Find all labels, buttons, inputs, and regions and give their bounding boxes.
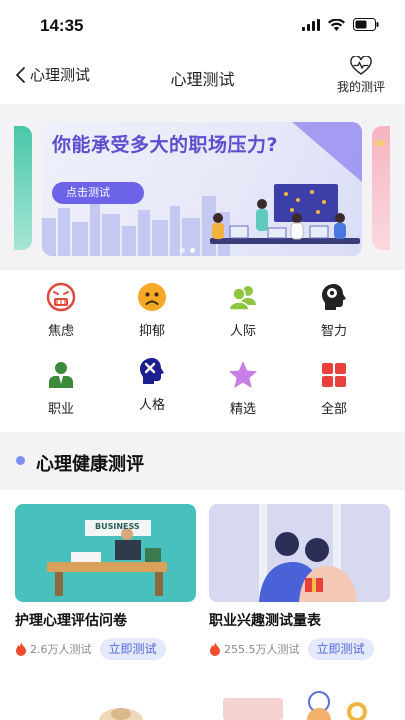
- banner-carousel[interactable]: 你能承受多大的职场压力? 点击测试: [0, 104, 405, 270]
- my-evaluation-label: 我的测评: [336, 80, 385, 94]
- banner-card[interactable]: 你能承受多大的职场压力? 点击测试: [42, 122, 362, 256]
- banner-title: 你能承受多大的职场压力?: [52, 134, 279, 156]
- card-title: 护理心理评估问卷: [15, 613, 127, 629]
- card-image-couple: [209, 504, 390, 602]
- battery-icon: [353, 18, 379, 31]
- category-label: 人格: [138, 398, 165, 413]
- category-label: 抑郁: [138, 324, 165, 339]
- my-evaluation-button[interactable]: 我的测评: [337, 56, 385, 95]
- start-test-button[interactable]: 立即测试: [307, 638, 374, 660]
- status-icons: [302, 18, 379, 31]
- category-label: 全部: [320, 402, 347, 417]
- next-card-illustration: [99, 708, 143, 720]
- fire-icon: [16, 642, 26, 656]
- next-card-peek-right[interactable]: [209, 690, 390, 720]
- start-test-button[interactable]: 立即测试: [99, 638, 166, 660]
- banner-peek-right[interactable]: [372, 126, 390, 250]
- category-all[interactable]: 全部: [294, 360, 374, 417]
- status-bar: 14:35: [0, 0, 405, 52]
- category-label: 人际: [229, 324, 256, 339]
- couple-gift-illustration: [209, 504, 390, 602]
- card-test-count: 2.6万人测试: [30, 643, 92, 656]
- card-meta: 255.5万人测试 立即测试: [209, 638, 390, 660]
- category-grid: 焦虑 抑郁 人际 智力 职业 人格 精选 全部: [0, 270, 405, 432]
- category-intelligence[interactable]: 智力: [294, 282, 374, 339]
- category-interpersonal[interactable]: 人际: [203, 282, 283, 339]
- business-person-icon: [46, 360, 76, 390]
- grid-icon: [319, 360, 349, 390]
- category-label: 职业: [47, 402, 74, 417]
- anxious-face-icon: [46, 282, 76, 312]
- category-depression[interactable]: 抑郁: [112, 282, 192, 339]
- section-header: 心理健康测评: [0, 432, 405, 490]
- next-card-illustration: [223, 691, 367, 720]
- category-anxiety[interactable]: 焦虑: [21, 282, 101, 339]
- business-desk-illustration: [47, 520, 167, 596]
- carousel-dot-active[interactable]: [190, 248, 195, 253]
- test-card[interactable]: 职业兴趣测试量表 255.5万人测试 立即测试: [209, 504, 390, 660]
- wifi-icon: [328, 18, 345, 31]
- fire-icon: [210, 642, 220, 656]
- category-label: 智力: [320, 324, 347, 339]
- carousel-dot[interactable]: [180, 248, 185, 253]
- nav-bar: 心理测试 心理测试 我的测评: [0, 52, 405, 104]
- app-screen: 14:35 心理测试 心理测试 我的测评 你能承受多大的职场压力? 点击测试 焦…: [0, 0, 405, 720]
- test-card-list: BUSINESS 护理心理评估问卷 2.6万人测试 立即测试 职业兴趣测试量表 …: [0, 490, 405, 720]
- brain-head-icon: [319, 282, 349, 312]
- category-career[interactable]: 职业: [21, 360, 101, 417]
- section-title: 心理健康测评: [36, 454, 144, 475]
- category-label: 焦虑: [47, 324, 74, 339]
- head-x-icon: [137, 356, 167, 386]
- category-personality[interactable]: 人格: [112, 356, 192, 413]
- test-card[interactable]: BUSINESS 护理心理评估问卷 2.6万人测试 立即测试: [15, 504, 196, 660]
- star-icon: [228, 360, 258, 390]
- banner-peek-left[interactable]: [14, 126, 32, 250]
- next-card-peek-left[interactable]: [15, 690, 196, 720]
- card-test-count: 255.5万人测试: [224, 643, 300, 656]
- category-featured[interactable]: 精选: [203, 360, 283, 417]
- sad-face-icon: [137, 282, 167, 312]
- signal-icon: [302, 18, 320, 31]
- card-title: 职业兴趣测试量表: [209, 613, 321, 629]
- card-image-text: BUSINESS: [95, 522, 140, 531]
- heart-pulse-icon: [350, 56, 372, 75]
- banner-test-button[interactable]: 点击测试: [52, 182, 144, 204]
- card-image-business: BUSINESS: [15, 504, 196, 602]
- status-time: 14:35: [40, 16, 84, 35]
- people-icon: [228, 282, 258, 312]
- category-label: 精选: [229, 402, 256, 417]
- section-dot: [16, 456, 25, 465]
- card-meta: 2.6万人测试 立即测试: [15, 638, 196, 660]
